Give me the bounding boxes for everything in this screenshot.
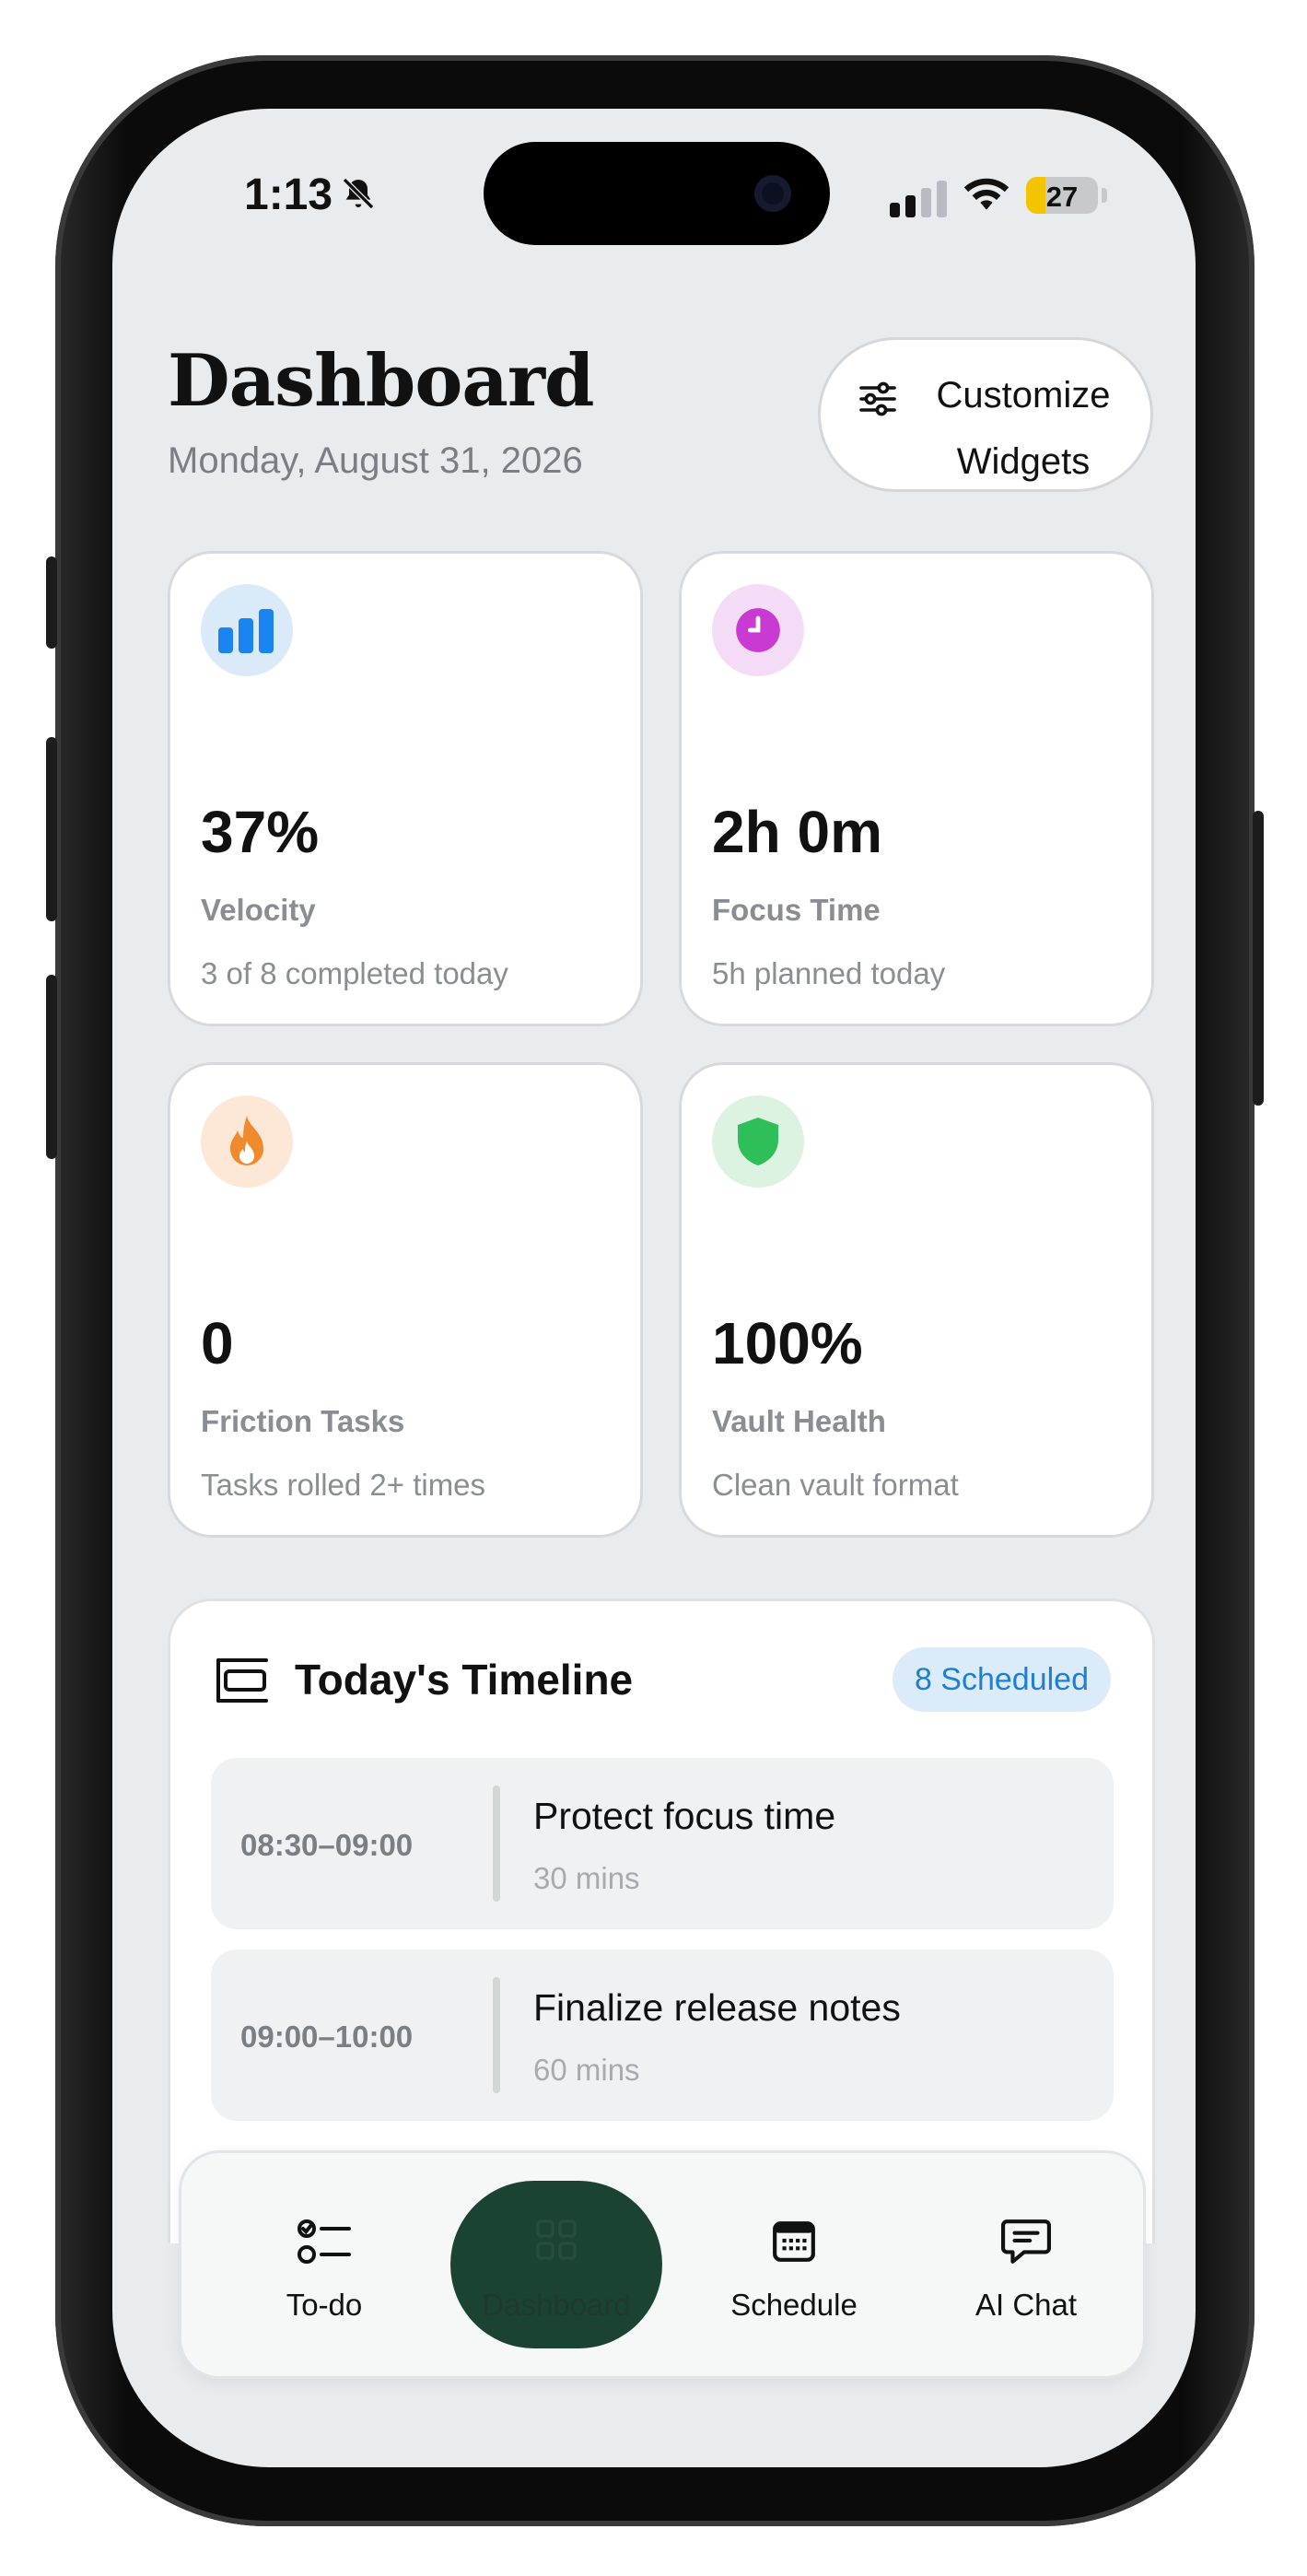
focus-time-icon-badge xyxy=(712,584,804,676)
checklist-icon xyxy=(298,2219,351,2264)
timeline-item[interactable]: 09:00–10:00 Finalize release notes 60 mi… xyxy=(211,1950,1114,2121)
velocity-subtext: 3 of 8 completed today xyxy=(201,956,508,990)
timeline-item-duration: 60 mins xyxy=(533,2053,640,2087)
timeline-item-divider xyxy=(493,1786,500,1902)
bottom-tab-bar: To-do Dashboard Schedule AI Chat xyxy=(179,2150,1146,2379)
velocity-value: 37% xyxy=(201,799,320,865)
velocity-label: Velocity xyxy=(201,893,316,927)
flame-icon xyxy=(230,1116,263,1165)
cellular-signal-icon xyxy=(890,181,947,217)
vault-health-value: 100% xyxy=(712,1310,863,1376)
friction-tasks-icon-badge xyxy=(201,1095,293,1188)
page-date: Monday, August 31, 2026 xyxy=(168,440,583,481)
timeline-title: Today's Timeline xyxy=(295,1656,634,1704)
vault-health-subtext: Clean vault format xyxy=(712,1468,959,1502)
timeline-item-divider xyxy=(493,1977,500,2093)
status-time: 1:13 xyxy=(244,170,333,219)
power-button xyxy=(1253,811,1264,1106)
tab-schedule-label: Schedule xyxy=(730,2288,858,2322)
todays-timeline-panel: Today's Timeline 8 Scheduled 08:30–09:00… xyxy=(168,1598,1155,2243)
friction-tasks-card[interactable]: 0 Friction Tasks Tasks rolled 2+ times xyxy=(168,1062,643,1538)
timeline-item-time: 08:30–09:00 xyxy=(240,1828,414,1862)
velocity-card[interactable]: 37% Velocity 3 of 8 completed today xyxy=(168,551,643,1026)
vault-health-card[interactable]: 100% Vault Health Clean vault format xyxy=(679,1062,1154,1538)
screen: 1:13 27 Dashboard Monday, August 31, 202… xyxy=(112,109,1196,2467)
customize-widgets-label: Customize Widgets xyxy=(936,375,1111,482)
timeline-item-name: Protect focus time xyxy=(533,1795,836,1837)
friction-tasks-label: Friction Tasks xyxy=(201,1404,405,1438)
timeline-list-icon xyxy=(216,1658,268,1703)
friction-tasks-subtext: Tasks rolled 2+ times xyxy=(201,1468,486,1502)
bar-chart-icon xyxy=(218,609,274,653)
shield-icon xyxy=(738,1118,778,1165)
grid-icon xyxy=(536,2219,577,2260)
timeline-item-duration: 30 mins xyxy=(533,1861,640,1895)
friction-tasks-value: 0 xyxy=(201,1310,234,1376)
tab-schedule[interactable]: Schedule xyxy=(688,2153,900,2376)
dynamic-island xyxy=(484,142,830,245)
timeline-item-name: Finalize release notes xyxy=(533,1986,901,2029)
sliders-icon xyxy=(859,381,896,416)
battery-tip xyxy=(1102,188,1107,203)
bell-muted-icon xyxy=(342,177,375,210)
volume-up-button xyxy=(46,737,57,921)
camera-icon xyxy=(754,175,791,212)
page-title: Dashboard xyxy=(168,339,595,423)
timeline-item[interactable]: 08:30–09:00 Protect focus time 30 mins xyxy=(211,1758,1114,1929)
velocity-icon-badge xyxy=(201,584,293,676)
timeline-item-time: 09:00–10:00 xyxy=(240,2020,414,2054)
chat-bubble-icon xyxy=(1001,2219,1051,2264)
wifi-icon xyxy=(963,178,1009,210)
battery-percent: 27 xyxy=(1045,181,1079,213)
tab-ai-chat-label: AI Chat xyxy=(974,2288,1078,2322)
focus-time-card[interactable]: 2h 0m Focus Time 5h planned today xyxy=(679,551,1154,1026)
tab-dashboard-label: Dashboard xyxy=(482,2288,631,2322)
focus-time-value: 2h 0m xyxy=(712,799,882,865)
tab-todo[interactable]: To-do xyxy=(218,2153,430,2376)
clock-icon xyxy=(736,608,780,652)
focus-time-label: Focus Time xyxy=(712,893,881,927)
tab-ai-chat[interactable]: AI Chat xyxy=(920,2153,1132,2376)
vault-health-icon-badge xyxy=(712,1095,804,1188)
action-button xyxy=(46,556,57,649)
tab-todo-label: To-do xyxy=(286,2288,363,2322)
calendar-icon xyxy=(773,2221,815,2262)
scheduled-count-badge: 8 Scheduled xyxy=(892,1647,1111,1712)
tab-dashboard[interactable]: Dashboard xyxy=(450,2181,662,2348)
volume-down-button xyxy=(46,975,57,1159)
battery-icon: 27 xyxy=(1026,177,1098,214)
vault-health-label: Vault Health xyxy=(712,1404,886,1438)
customize-widgets-button[interactable]: Customize Widgets xyxy=(818,337,1153,492)
focus-time-subtext: 5h planned today xyxy=(712,956,946,990)
